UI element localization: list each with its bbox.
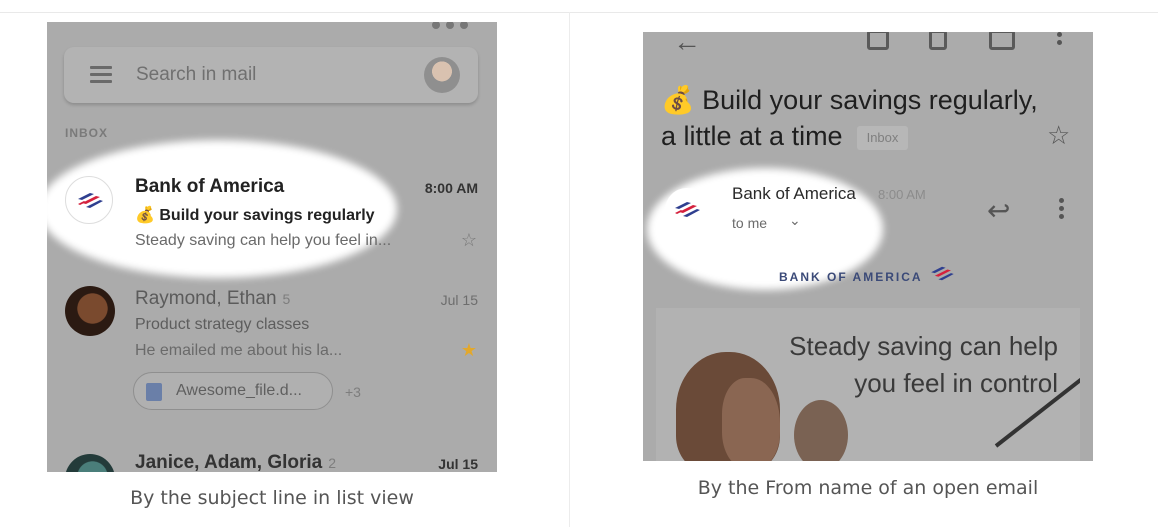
email-subject: Product strategy classes — [135, 316, 310, 333]
email-sender: Janice, Adam, Gloria 2 — [135, 452, 336, 472]
star-filled-icon[interactable]: ★ — [461, 340, 477, 361]
search-bar[interactable]: Search in mail — [64, 47, 478, 103]
email-snippet: Steady saving can help you feel in... — [135, 232, 392, 249]
email-sender-name: Raymond, Ethan — [135, 288, 277, 309]
email-time: 8:00 AM — [424, 180, 478, 196]
document-icon — [146, 383, 162, 401]
bank-of-america-logo — [665, 188, 709, 232]
email-sender: Raymond, Ethan 5 — [135, 288, 290, 310]
bank-of-america-logo — [65, 176, 113, 224]
email-row-bank-of-america[interactable]: Bank of America 8:00 AM 💰 Build your sav… — [47, 162, 497, 262]
search-input[interactable]: Search in mail — [136, 64, 256, 86]
delete-icon[interactable] — [929, 32, 947, 50]
status-bar-icons — [432, 22, 492, 29]
money-bag-icon: 💰 — [135, 207, 155, 224]
caption-list-view: By the subject line in list view — [130, 487, 414, 509]
hamburger-menu-icon[interactable] — [90, 66, 112, 83]
attachment-name: Awesome_file.d... — [176, 382, 302, 399]
open-email-screenshot: ← 💰 Build your savings regularly, a litt… — [643, 32, 1093, 461]
top-divider — [0, 12, 1158, 13]
email-time: Jul 15 — [438, 456, 478, 472]
inbox-label-chip[interactable]: Inbox — [856, 125, 909, 150]
thread-count: 5 — [282, 291, 291, 307]
thread-count: 2 — [328, 455, 337, 471]
star-outline-icon[interactable]: ☆ — [1047, 120, 1070, 151]
email-sender-name: Janice, Adam, Gloria — [135, 452, 323, 472]
hero-headline: Steady saving can help you feel in contr… — [758, 328, 1058, 402]
from-name[interactable]: Bank of America — [732, 184, 856, 204]
hero-line-2: you feel in control — [854, 368, 1058, 398]
email-time: Jul 15 — [440, 292, 478, 308]
mark-unread-icon[interactable] — [989, 32, 1015, 50]
back-arrow-icon[interactable]: ← — [673, 32, 701, 58]
subject-line-1: Build your savings regularly, — [702, 85, 1038, 115]
page: Search in mail INBOX Bank of America 8:0… — [0, 0, 1158, 527]
email-time: 8:00 AM — [878, 187, 926, 202]
email-snippet: He emailed me about his la... — [135, 342, 343, 359]
subject-line-2: a little at a time — [661, 121, 843, 151]
more-attachments-count: +3 — [345, 384, 361, 400]
chevron-down-icon[interactable]: ⌄ — [789, 212, 801, 229]
more-options-icon[interactable] — [1059, 198, 1065, 224]
caption-open-email: By the From name of an open email — [697, 477, 1039, 499]
sender-avatar — [65, 286, 115, 336]
bank-of-america-flag-icon — [931, 266, 954, 281]
star-outline-icon[interactable]: ☆ — [461, 230, 477, 251]
brand-wordmark: BANK OF AMERICA — [779, 270, 923, 284]
email-hero-banner: Steady saving can help you feel in contr… — [656, 308, 1080, 461]
hero-child — [794, 400, 848, 461]
inbox-list-screenshot: Search in mail INBOX Bank of America 8:0… — [47, 22, 497, 472]
email-subject: 💰 Build your savings regularly — [135, 205, 375, 225]
recipient-label: to me — [732, 215, 768, 231]
hero-line-1: Steady saving can help — [789, 331, 1058, 361]
account-avatar[interactable] — [424, 57, 460, 93]
email-row-janice-adam-gloria[interactable]: Janice, Adam, Gloria 2 Jul 15 — [47, 442, 497, 472]
email-sender: Bank of America — [135, 176, 285, 197]
archive-icon[interactable] — [867, 32, 889, 50]
column-divider — [569, 12, 570, 527]
more-options-icon[interactable] — [1057, 32, 1063, 52]
reply-icon[interactable]: ↩ — [987, 194, 1010, 227]
money-bag-icon: 💰 — [661, 85, 695, 115]
sender-avatar — [65, 454, 115, 472]
attachment-chip[interactable]: Awesome_file.d... — [133, 372, 333, 410]
email-subject: 💰 Build your savings regularly, a little… — [661, 82, 1071, 154]
inbox-section-label: INBOX — [65, 126, 109, 140]
email-subject-text: Build your savings regularly — [159, 207, 375, 224]
